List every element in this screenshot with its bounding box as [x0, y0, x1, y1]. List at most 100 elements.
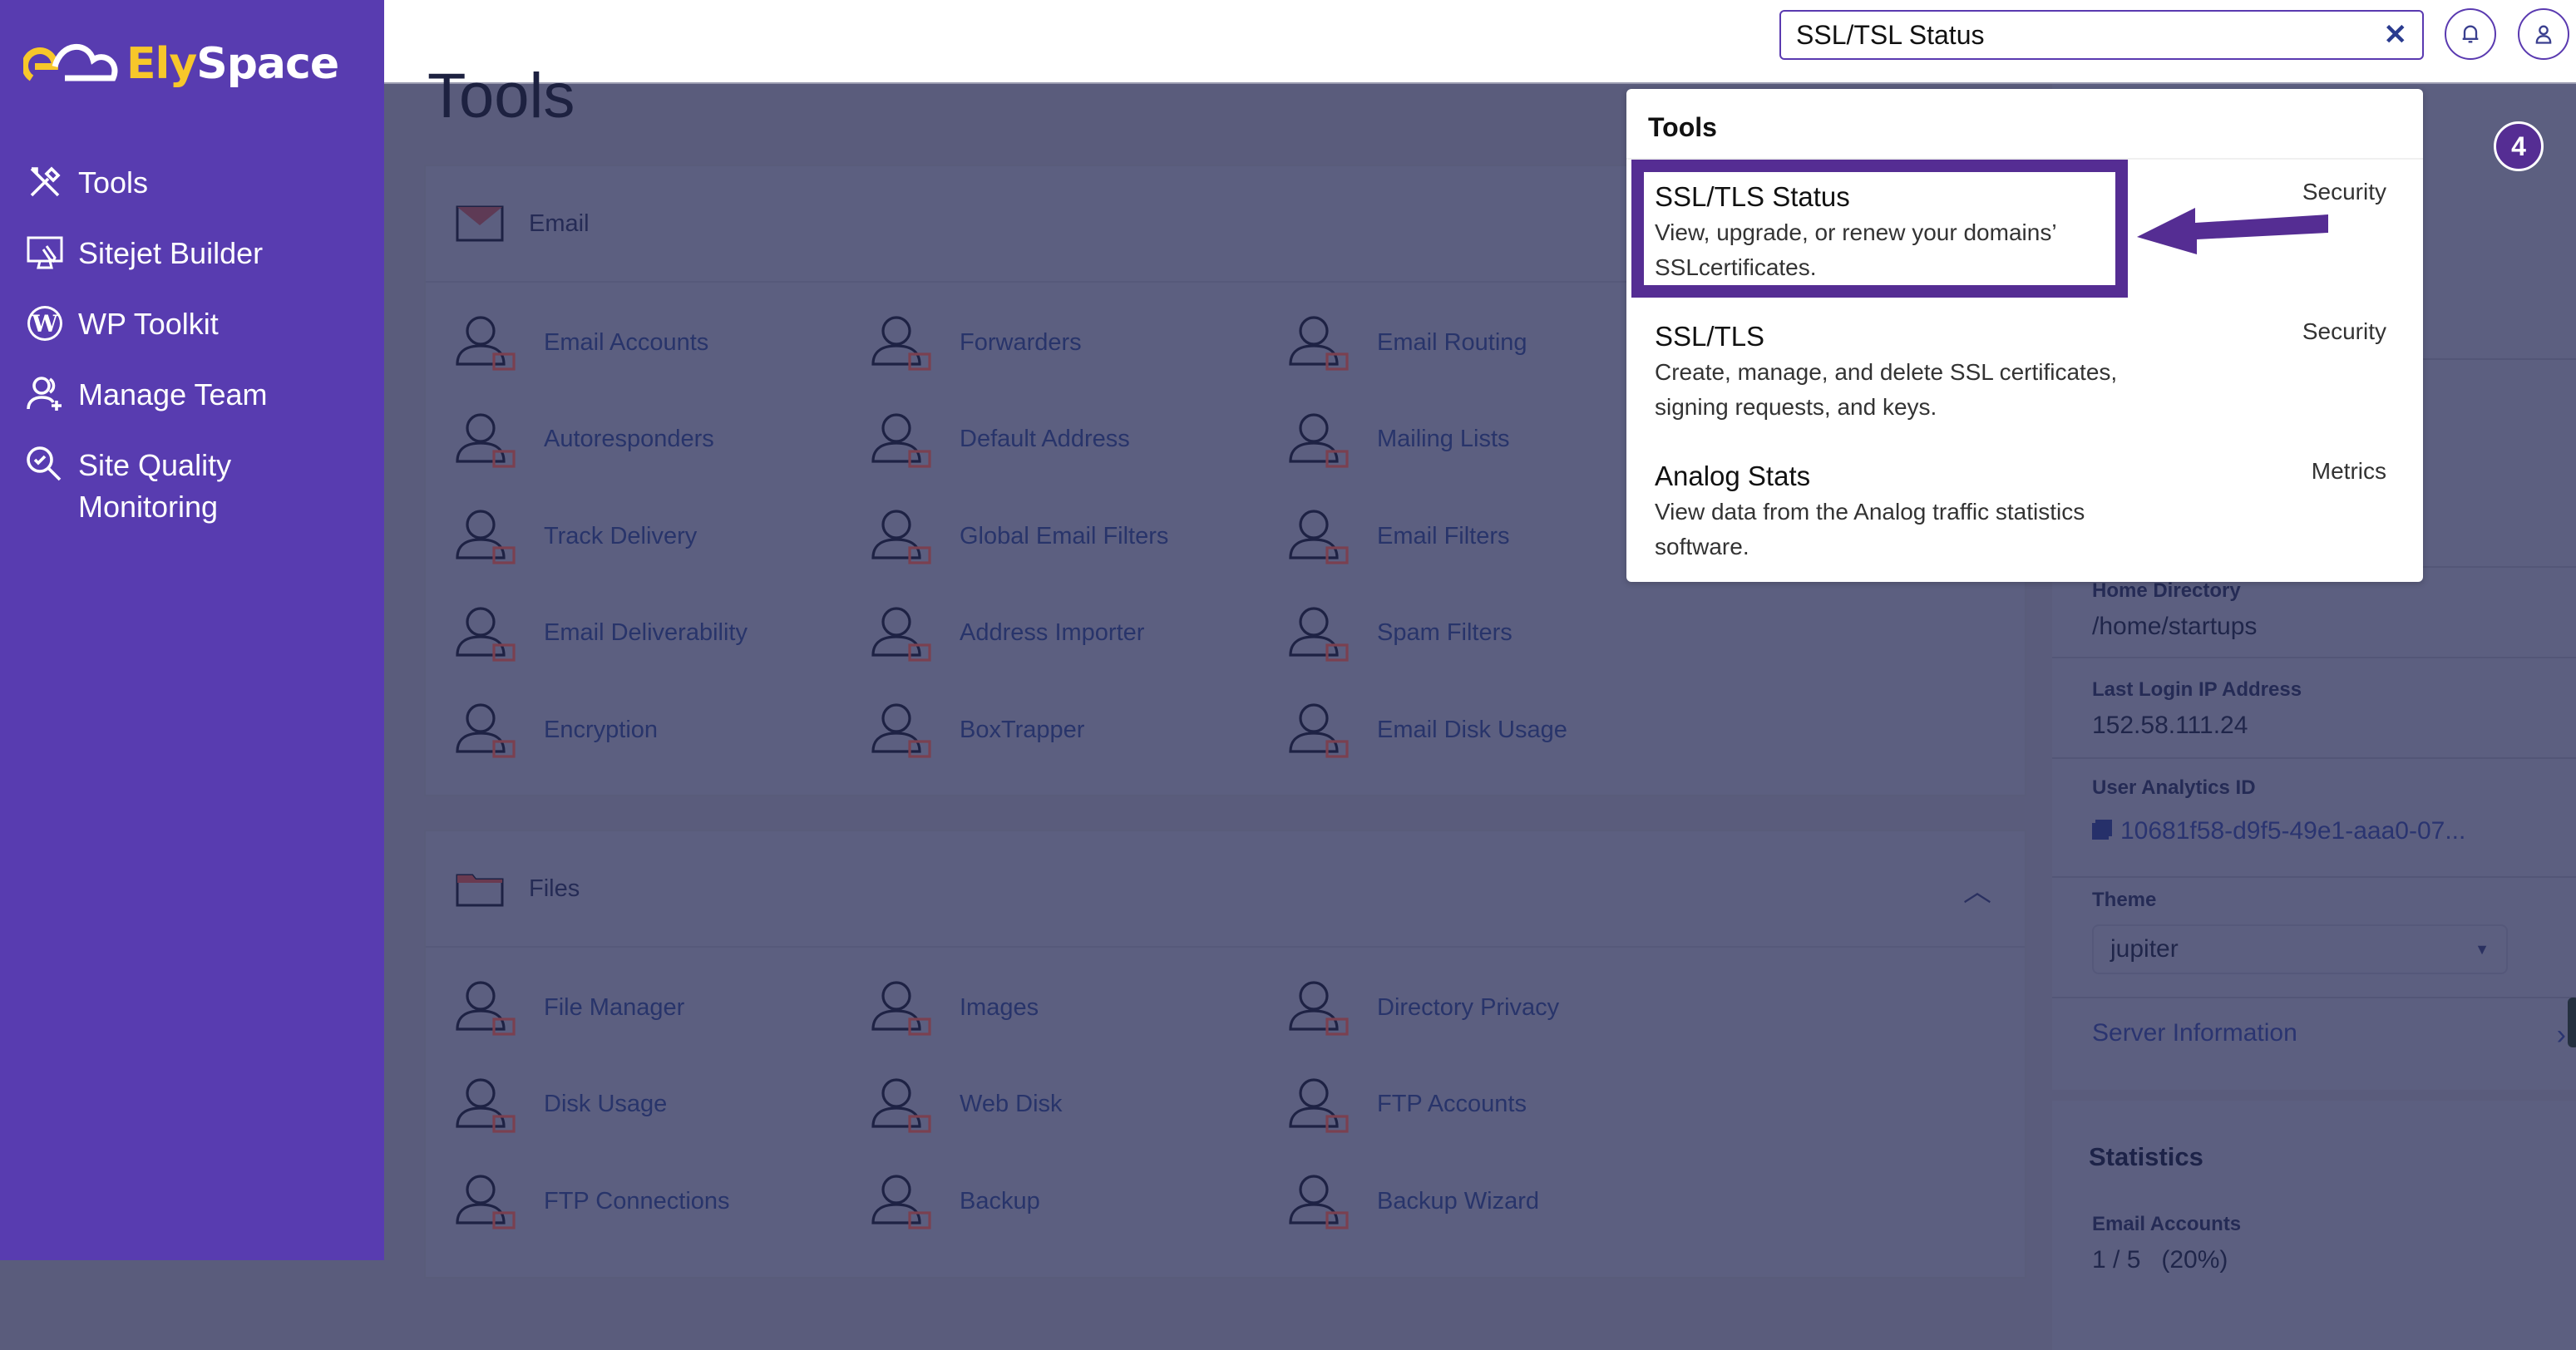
tool-item-backup-wizard[interactable]: Backup Wizard [1284, 1166, 1539, 1236]
tool-label: Encryption [544, 716, 659, 743]
sidebar-item-wp-toolkit[interactable]: W WP Toolkit [25, 303, 374, 345]
sidebar-item-label: Sitejet Builder [78, 236, 264, 270]
pin-mail-icon [456, 510, 516, 564]
tool-item-spam-filters[interactable]: Spam Filters [1284, 599, 1513, 668]
result-ssl-tls[interactable]: SSL/TLS Create, manage, and delete SSL c… [1655, 318, 2403, 425]
sidebar-item-manage-team[interactable]: Manage Team [25, 374, 374, 416]
user-menu-button[interactable] [2518, 8, 2569, 60]
section-title: Files [529, 875, 580, 902]
tool-item-mailing-lists[interactable]: Mailing Lists [1284, 405, 1510, 475]
sidebar-item-sitejet-builder[interactable]: Sitejet Builder [25, 233, 374, 274]
tool-item-boxtrapper[interactable]: BoxTrapper [866, 695, 1084, 765]
filter-icon [1289, 510, 1349, 564]
tool-item-track-delivery[interactable]: Track Delivery [451, 501, 697, 571]
user-analytics-id-label: User Analytics ID [2092, 776, 2256, 799]
tool-label: Backup [960, 1187, 1040, 1215]
tool-item-web-disk[interactable]: Web Disk [866, 1070, 1063, 1140]
tool-item-forwarders[interactable]: Forwarders [866, 308, 1082, 377]
monitor-pen-icon [27, 236, 63, 269]
copy-icon[interactable] [2092, 823, 2109, 840]
tool-label: BoxTrapper [960, 716, 1085, 743]
image-icon [871, 981, 931, 1036]
clock-wand-icon [1289, 1175, 1349, 1229]
tool-label: Email Routing [1377, 328, 1527, 356]
tools-icon [30, 166, 61, 197]
tool-label: Address Importer [960, 619, 1145, 646]
disk-pie-icon [456, 1077, 516, 1133]
chevron-up-icon[interactable]: ︿ [1963, 869, 1991, 909]
step-badge: 4 [2494, 121, 2544, 171]
user-folder-icon [456, 981, 516, 1036]
notifications-button[interactable] [2445, 8, 2496, 60]
filter-globe-icon [871, 510, 931, 564]
bell-icon [2462, 25, 2479, 43]
tool-label: Email Deliverability [544, 619, 748, 646]
files-section-header[interactable]: Files ︿ [426, 831, 2025, 948]
tool-label: Email Accounts [544, 328, 709, 356]
wordpress-icon: W [27, 306, 62, 341]
tool-label: Spam Filters [1377, 619, 1513, 646]
tool-item-file-manager[interactable]: File Manager [451, 973, 684, 1042]
tool-label: FTP Accounts [1377, 1091, 1527, 1117]
box-trap-icon [871, 703, 931, 758]
tool-item-email-filters[interactable]: Email Filters [1284, 501, 1510, 571]
tool-item-email-disk-usage[interactable]: Email Disk Usage [1284, 695, 1567, 765]
server-information-link[interactable]: Server Information › [2092, 1019, 2566, 1051]
scroll-handle[interactable] [2568, 998, 2576, 1047]
svg-text:W: W [31, 310, 58, 338]
sidebar-item-tools[interactable]: Tools [25, 162, 374, 204]
tool-label: Images [960, 993, 1039, 1021]
search-input[interactable]: SSL/TSL Status ✕ [1779, 10, 2424, 60]
tool-item-backup[interactable]: Backup [866, 1166, 1040, 1236]
tool-label: Default Address [960, 426, 1130, 452]
tool-item-ftp-accounts[interactable]: FTP Accounts [1284, 1070, 1527, 1140]
folder-icon [456, 874, 504, 907]
tool-label: Email Disk Usage [1377, 716, 1567, 743]
chevron-right-icon: › [2556, 1019, 2566, 1051]
disk-pie-icon [1289, 703, 1349, 758]
clear-search-icon[interactable]: ✕ [2384, 18, 2408, 52]
tool-label: Disk Usage [544, 1091, 668, 1117]
result-analog-stats[interactable]: Analog Stats View data from the Analog t… [1655, 458, 2403, 564]
result-name: Analog Stats [1655, 461, 1811, 491]
eye-folder-icon [1289, 981, 1349, 1036]
tool-item-global-email-filters[interactable]: Global Email Filters [866, 501, 1168, 571]
tool-label: Autoresponders [544, 426, 714, 452]
section-title: Email [529, 209, 590, 237]
theme-select[interactable]: jupiter ▼ [2092, 924, 2508, 974]
tool-item-autoresponders[interactable]: Autoresponders [451, 405, 714, 475]
search-value: SSL/TSL Status [1796, 19, 1985, 50]
forward-arrow-icon [871, 316, 931, 371]
tool-label: Track Delivery [544, 522, 698, 549]
tool-item-images[interactable]: Images [866, 973, 1039, 1042]
brand-name: ElySpace [126, 39, 339, 89]
tool-item-email-accounts[interactable]: Email Accounts [451, 308, 708, 377]
search-check-icon [27, 446, 62, 481]
list-mail-icon [1289, 412, 1349, 468]
divider [2052, 997, 2576, 998]
result-category: Metrics [2311, 458, 2386, 484]
tool-item-email-deliverability[interactable]: Email Deliverability [451, 599, 748, 668]
sidebar-item-label: Tools [78, 165, 149, 200]
at-sign-icon [871, 412, 931, 468]
tool-item-ftp-connections[interactable]: FTP Connections [451, 1166, 730, 1236]
user-analytics-id[interactable]: 10681f58-d9f5-49e1-aaa0-07... [2092, 817, 2465, 845]
result-name: SSL/TLS [1655, 321, 1765, 352]
page-title: Tools [427, 61, 575, 126]
files-section: Files ︿ File Manager Images Directory Priv… [424, 830, 2026, 1279]
sidebar-item-site-quality-monitoring[interactable]: Site Quality Monitoring [25, 445, 374, 528]
brand-logo[interactable]: ElySpace [23, 35, 339, 93]
tool-item-encryption[interactable]: Encryption [451, 695, 658, 765]
email-accounts-value: 1 / 5 (20%) [2092, 1246, 2228, 1274]
tool-item-default-address[interactable]: Default Address [866, 405, 1130, 475]
tool-label: Forwarders [960, 328, 1082, 356]
at-import-icon [871, 606, 931, 662]
cloud-logo-icon [23, 44, 118, 81]
filter-clock-icon [1289, 606, 1349, 662]
tool-label: FTP Connections [544, 1187, 730, 1215]
tool-item-email-routing[interactable]: Email Routing [1284, 308, 1527, 377]
tool-item-address-importer[interactable]: Address Importer [866, 599, 1144, 668]
tool-item-directory-privacy[interactable]: Directory Privacy [1284, 973, 1559, 1042]
refresh-mail-icon [456, 412, 516, 468]
tool-item-disk-usage[interactable]: Disk Usage [451, 1070, 667, 1140]
